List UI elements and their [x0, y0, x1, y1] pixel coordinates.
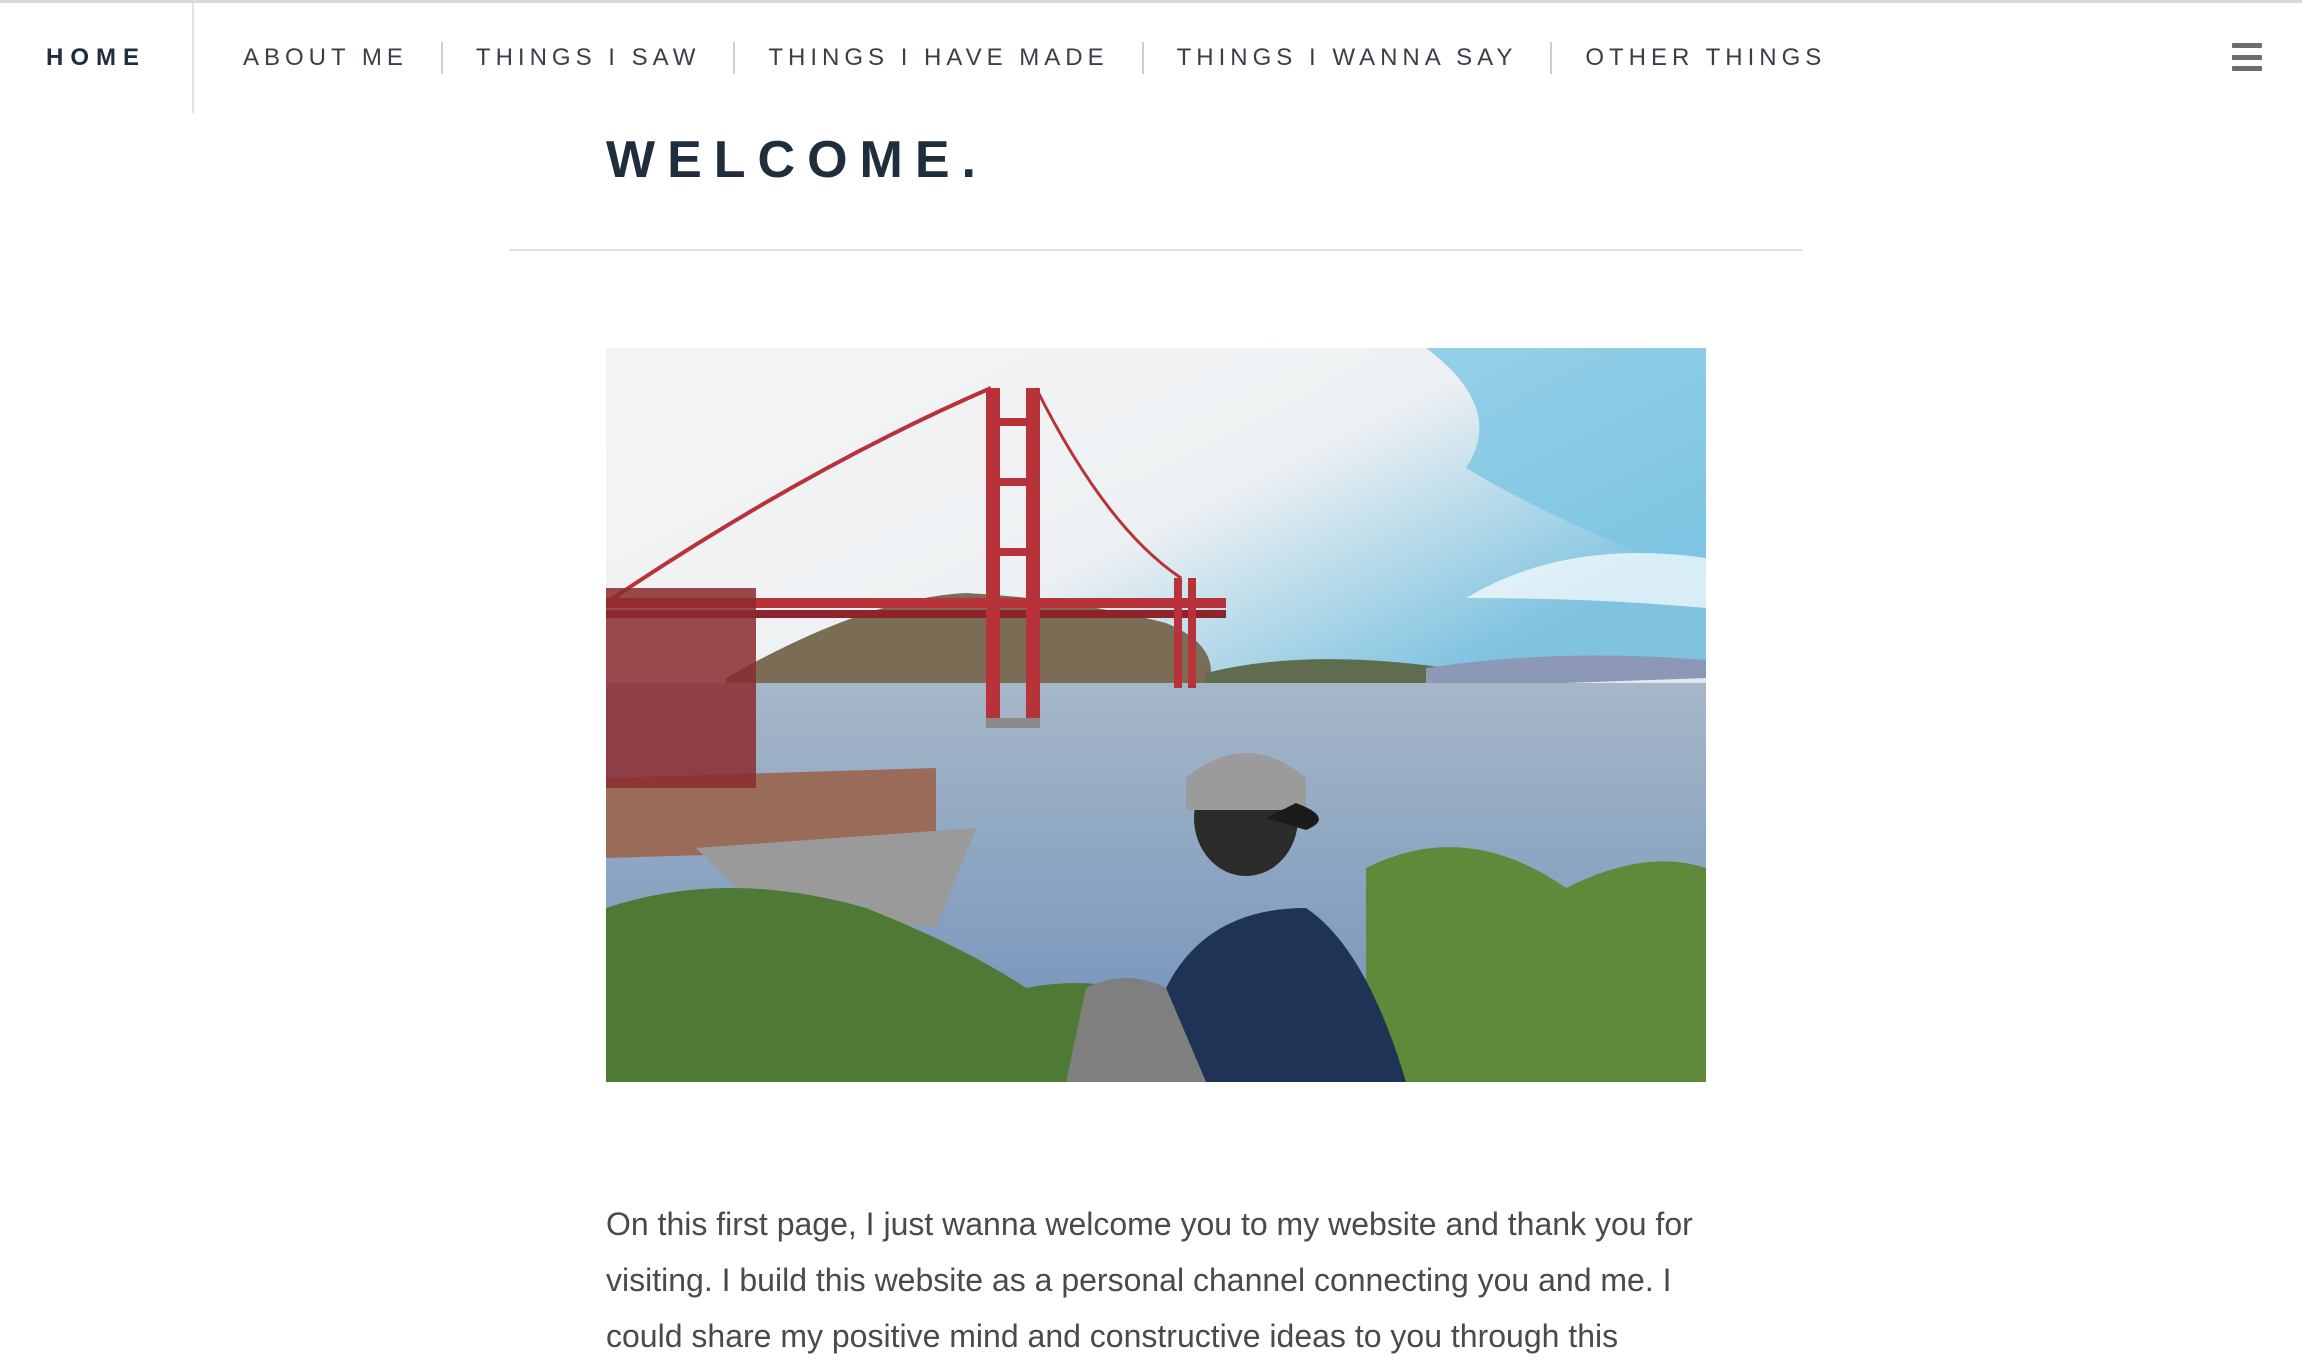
nav-home-link[interactable]: HOME: [0, 3, 194, 113]
hamburger-menu-icon[interactable]: [2232, 43, 2262, 71]
title-divider: [509, 249, 1802, 251]
menu-bar: [2232, 66, 2262, 71]
nav-item-other-things[interactable]: OTHER THINGS: [1552, 44, 1859, 72]
page: HOME ABOUT ME THINGS I SAW THINGS I HAVE…: [0, 0, 2302, 1370]
menu-bar: [2232, 43, 2262, 48]
nav-item-things-i-have-made[interactable]: THINGS I HAVE MADE: [735, 44, 1141, 72]
page-title: WELCOME.: [606, 131, 988, 189]
main-nav: HOME ABOUT ME THINGS I SAW THINGS I HAVE…: [0, 3, 2302, 113]
menu-bar: [2232, 54, 2262, 60]
hero-photo: [606, 348, 1706, 1082]
golden-gate-photo: [606, 348, 1706, 1082]
nav-item-things-i-saw[interactable]: THINGS I SAW: [443, 44, 733, 72]
intro-paragraph: On this first page, I just wanna welcome…: [606, 1206, 1693, 1354]
nav-item-things-i-wanna-say[interactable]: THINGS I WANNA SAY: [1144, 44, 1551, 72]
nav-item-about-me[interactable]: ABOUT ME: [210, 44, 441, 72]
nav-items: ABOUT ME THINGS I SAW THINGS I HAVE MADE…: [210, 3, 1859, 113]
